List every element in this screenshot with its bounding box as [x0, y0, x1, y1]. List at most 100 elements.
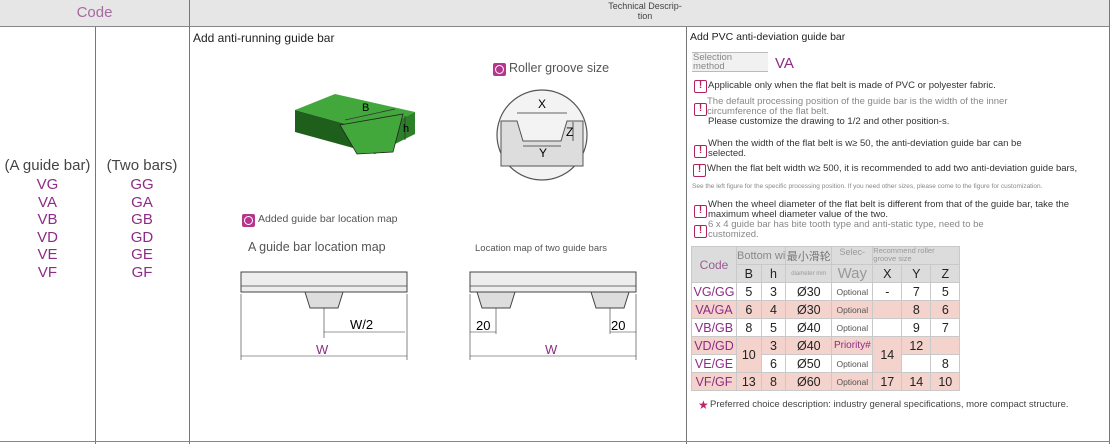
- row-z: 6: [930, 300, 961, 319]
- technical-description-header: Technical Descrip- tion: [608, 1, 682, 21]
- row-h: 5: [760, 318, 787, 337]
- row-x: [872, 318, 903, 337]
- warning-icon: !: [694, 225, 707, 238]
- row-y: 7: [901, 282, 932, 301]
- row-diameter: Ø30: [785, 282, 833, 301]
- row-y: 12: [901, 336, 932, 355]
- row-diameter: Ø40: [785, 336, 833, 355]
- code-item: VE: [37, 246, 58, 263]
- footnote: Preferred choice description: industry g…: [710, 399, 1069, 410]
- header-recommended: Recommend roller groove size: [872, 246, 961, 265]
- table-row: VA/GA 6 4 Ø30 Optional 8 6: [691, 300, 961, 319]
- header-bottom-width: Bottom wi: [735, 246, 787, 265]
- row-x: -: [872, 282, 903, 301]
- table-row: VF/GF 13 8 Ø60 Optional 17 14 10: [691, 372, 961, 391]
- row-y: 14: [901, 372, 932, 391]
- row-diameter: Ø50: [785, 354, 833, 373]
- row-z: 10: [930, 372, 961, 391]
- row-way: Optional: [831, 300, 874, 319]
- row-code: VB/GB: [691, 318, 737, 337]
- right-title: Add PVC anti-deviation guide bar: [690, 31, 846, 43]
- note-8: 6 x 4 guide bar has bite tooth type and …: [708, 219, 984, 240]
- single-map-title: A guide bar location map: [248, 240, 386, 254]
- code-item: GF: [131, 263, 153, 281]
- block-label-b: B: [362, 102, 369, 114]
- note-2: The default processing position of the g…: [707, 96, 1008, 117]
- code-item: VB: [37, 211, 58, 228]
- code-item: VA: [38, 193, 57, 211]
- single-guide-bar-map: W/2 W: [240, 271, 408, 360]
- warning-icon: !: [694, 145, 707, 158]
- code-item: GE: [131, 246, 153, 263]
- warning-icon: !: [694, 80, 707, 93]
- code-item: VD: [37, 228, 58, 246]
- row-y: [901, 354, 932, 373]
- header-code: Code: [691, 246, 737, 283]
- header-select: Selec-: [831, 246, 874, 265]
- double-map-title: Location map of two guide bars: [475, 243, 608, 254]
- header-way: Way: [831, 264, 874, 283]
- spec-table: Code Bottom wi 最小滑轮 Selec- Recommend rol…: [691, 246, 961, 391]
- row-y: 8: [901, 300, 932, 319]
- row-h: 4: [760, 300, 787, 319]
- row-code: VF/GF: [691, 372, 737, 391]
- roller-groove-label: Roller groove size: [509, 61, 610, 75]
- row-x: 17: [872, 372, 903, 391]
- groove-label-x: X: [538, 97, 546, 111]
- note-6: See the left figure for the specific pro…: [692, 183, 1043, 190]
- guide-bar-block-illustration: B h: [295, 94, 415, 155]
- double-code-list: GG GA GB GD GE GF: [95, 176, 189, 281]
- code-item: VG: [36, 176, 59, 193]
- circle-icon: [493, 63, 506, 76]
- single-code-list: VG VA VB VD VE VF: [0, 176, 95, 281]
- row-y: 9: [901, 318, 932, 337]
- row-code: VG/GG: [691, 282, 737, 301]
- note-5: When the flat belt width w≥ 500, it is r…: [707, 163, 1078, 174]
- roller-groove-diagram: X Y Z: [496, 89, 588, 181]
- row-z: 7: [930, 318, 961, 337]
- selection-method-label: Selection method: [692, 52, 768, 72]
- star-icon: ★: [698, 398, 709, 412]
- row-h: 6: [760, 354, 787, 373]
- header-h: h: [760, 264, 787, 283]
- block-label-h: h: [403, 123, 409, 135]
- double-bar-label: (Two bars): [106, 157, 178, 174]
- row-diameter: Ø30: [785, 300, 833, 319]
- divider: [189, 0, 190, 444]
- row-h: 8: [760, 372, 787, 391]
- code-item: GB: [131, 211, 153, 228]
- header-min-roller: 最小滑轮: [785, 246, 833, 265]
- divider: [0, 441, 1110, 442]
- table-header-row: Code Bottom wi 最小滑轮 Selec- Recommend rol…: [691, 246, 961, 283]
- warning-icon: !: [694, 205, 707, 218]
- divider: [686, 27, 687, 444]
- warning-icon: !: [694, 103, 707, 116]
- row-way: Priority#: [831, 336, 874, 355]
- dim-w2: W/2: [350, 317, 373, 332]
- row-diameter: Ø40: [785, 318, 833, 337]
- header-diameter: diameter mm: [785, 264, 833, 283]
- header-y: Y: [901, 264, 932, 283]
- table-row: VE/GE 6 Ø50 Optional 8: [691, 354, 961, 373]
- row-way: Optional: [831, 282, 874, 301]
- code-item: GG: [130, 176, 154, 193]
- row-h: 3: [760, 282, 787, 301]
- single-bar-label: (A guide bar): [4, 157, 91, 174]
- row-x: 14: [872, 336, 903, 373]
- header-b: B: [736, 264, 762, 283]
- code-item: VF: [37, 263, 58, 281]
- dim-w: W: [545, 342, 558, 357]
- row-z: 8: [930, 354, 961, 373]
- row-code: VE/GE: [691, 354, 737, 373]
- row-b: 10: [736, 336, 762, 373]
- note-4: When the width of the flat belt is w≥ 50…: [708, 138, 1022, 159]
- dim-right: 20: [611, 318, 625, 333]
- dim-w: W: [316, 342, 329, 357]
- middle-title: Add anti-running guide bar: [193, 31, 335, 45]
- row-b: 6: [736, 300, 762, 319]
- code-item: GD: [130, 228, 154, 246]
- row-way: Optional: [831, 372, 874, 391]
- roller-groove-title: Roller groove size: [493, 61, 610, 76]
- groove-label-z: Z: [566, 125, 573, 139]
- header-z: Z: [930, 264, 961, 283]
